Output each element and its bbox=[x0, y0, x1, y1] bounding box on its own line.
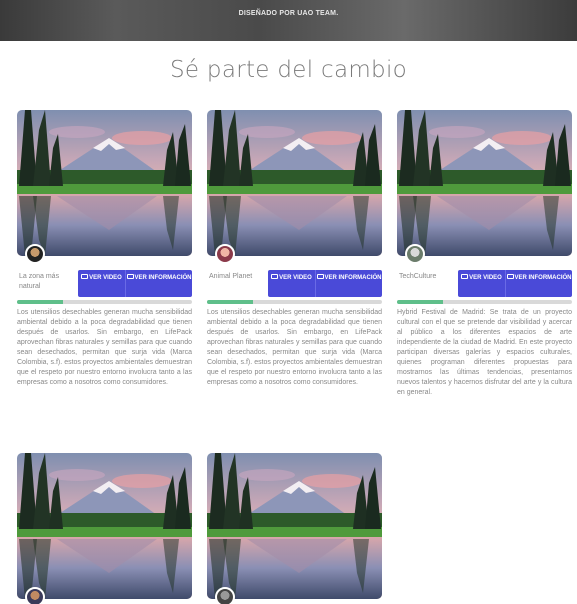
funding-progress-bar bbox=[397, 300, 572, 304]
project-card bbox=[17, 453, 192, 604]
info-icon bbox=[126, 273, 134, 279]
project-image[interactable] bbox=[397, 110, 572, 256]
project-image[interactable] bbox=[207, 453, 382, 599]
project-card bbox=[207, 453, 382, 604]
funding-progress-bar bbox=[17, 300, 192, 304]
view-info-label: VER INFORMACIÓN bbox=[134, 275, 192, 281]
funding-progress-fill bbox=[397, 300, 443, 304]
project-description: Los utensilios desechables generan mucha… bbox=[17, 309, 192, 386]
section-title: Sé parte del cambio bbox=[169, 57, 408, 83]
project-image[interactable] bbox=[17, 110, 192, 256]
view-info-label: VER INFORMACIÓN bbox=[324, 275, 382, 281]
view-video-label: VER VIDEO bbox=[279, 275, 312, 281]
view-info-button[interactable]: VER INFORMACIÓN bbox=[315, 270, 382, 297]
info-icon bbox=[506, 273, 514, 279]
funding-progress-bar bbox=[207, 300, 382, 304]
project-image[interactable] bbox=[207, 110, 382, 256]
funding-progress-fill bbox=[207, 300, 253, 304]
project-description: Los utensilios desechables generan mucha… bbox=[207, 309, 382, 386]
info-icon bbox=[316, 273, 324, 279]
view-info-button[interactable]: VER INFORMACIÓN bbox=[505, 270, 572, 297]
view-video-label: VER VIDEO bbox=[469, 275, 502, 281]
banner-credit-text: DISEÑADO POR UAO TEAM. bbox=[238, 10, 339, 17]
view-video-button[interactable]: VER VIDEO bbox=[458, 270, 505, 297]
top-banner: DISEÑADO POR UAO TEAM. bbox=[0, 0, 577, 41]
avatar bbox=[25, 587, 45, 604]
view-info-button[interactable]: VER INFORMACIÓN bbox=[125, 270, 192, 297]
video-camera-icon bbox=[81, 273, 89, 279]
project-card: TechCulture VER VIDEO VER INFORMACIÓN Hybri… bbox=[397, 110, 572, 440]
project-description: Hybrid Festival de Madrid: Se trata de u… bbox=[397, 309, 572, 396]
project-card: La zona más natural VER VIDEO VER INFORMAC… bbox=[17, 110, 192, 440]
view-video-button[interactable]: VER VIDEO bbox=[268, 270, 315, 297]
avatar bbox=[215, 244, 235, 264]
avatar bbox=[405, 244, 425, 264]
project-card: Animal Planet VER VIDEO VER INFORMACIÓN Los… bbox=[207, 110, 382, 440]
avatar bbox=[215, 587, 235, 604]
video-camera-icon bbox=[271, 273, 279, 279]
avatar bbox=[25, 244, 45, 264]
project-name: Animal Planet bbox=[209, 273, 253, 280]
view-video-label: VER VIDEO bbox=[89, 275, 122, 281]
video-camera-icon bbox=[461, 273, 469, 279]
project-name: TechCulture bbox=[399, 273, 437, 280]
project-name: La zona más natural bbox=[19, 273, 60, 290]
funding-progress-fill bbox=[17, 300, 63, 304]
view-video-button[interactable]: VER VIDEO bbox=[78, 270, 125, 297]
project-image[interactable] bbox=[17, 453, 192, 599]
view-info-label: VER INFORMACIÓN bbox=[514, 275, 572, 281]
